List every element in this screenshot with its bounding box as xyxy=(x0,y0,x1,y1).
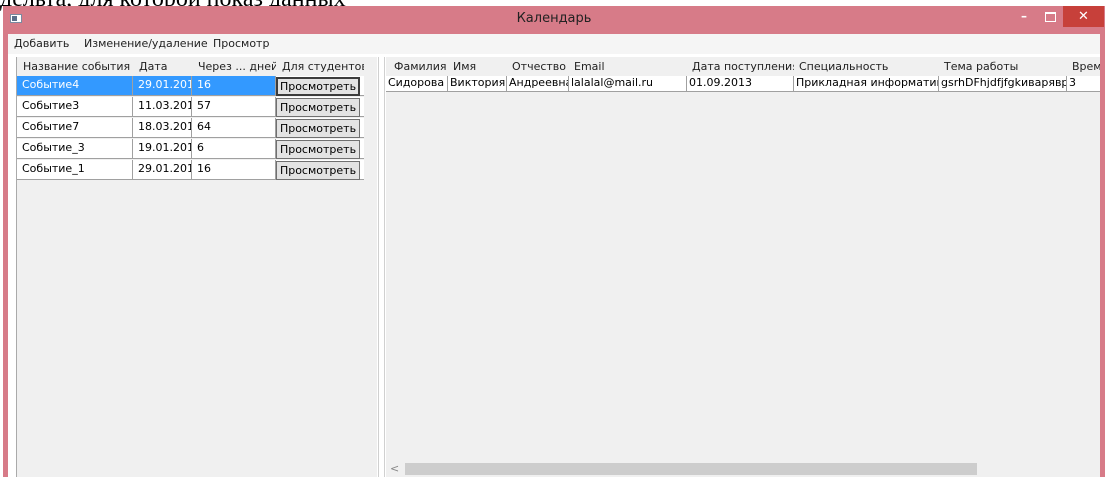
student-thesis-topic-cell[interactable]: gsrhDFhjdfjfgkиварявpв xyxy=(939,76,1067,91)
column-header-date[interactable]: Дата xyxy=(133,57,192,76)
event-days-cell[interactable]: 64 xyxy=(192,118,276,137)
column-header-enrollment-date[interactable]: Дата поступления xyxy=(687,57,794,76)
view-students-button[interactable]: Просмотреть xyxy=(276,119,360,138)
event-date-cell[interactable]: 19.01.2015 xyxy=(133,139,192,158)
scroll-thumb[interactable] xyxy=(405,463,977,475)
event-name-cell[interactable]: Событие_1 xyxy=(17,160,133,179)
view-students-button[interactable]: Просмотреть xyxy=(276,161,360,180)
column-header-event-name[interactable]: Название события xyxy=(17,57,133,76)
app-window: Календарь – ✕ Добавить Изменение/удалени… xyxy=(3,6,1105,477)
event-name-cell[interactable]: Событие7 xyxy=(17,118,133,137)
student-first-name-cell[interactable]: Виктория xyxy=(448,76,507,91)
column-header-for-students[interactable]: Для студентов xyxy=(276,57,364,76)
view-students-button[interactable]: Просмотреть xyxy=(276,77,360,96)
event-days-cell[interactable]: 57 xyxy=(192,97,276,116)
event-row[interactable]: Событие_3 19.01.2015 6 Просмотреть xyxy=(17,139,364,159)
student-patronymic-cell[interactable]: Андреевна xyxy=(507,76,569,91)
menu-view[interactable]: Просмотр xyxy=(213,37,269,50)
column-header-patronymic[interactable]: Отчество xyxy=(507,57,569,76)
event-days-cell[interactable]: 16 xyxy=(192,160,276,179)
student-surname-cell[interactable]: Сидорова xyxy=(386,76,448,91)
panel-splitter[interactable] xyxy=(378,57,385,477)
column-header-email[interactable]: Email xyxy=(569,57,687,76)
event-row[interactable]: Событие4 29.01.2015 16 Просмотреть xyxy=(17,76,364,96)
view-students-button[interactable]: Просмотреть xyxy=(276,98,360,117)
horizontal-scrollbar[interactable]: < xyxy=(386,460,1100,477)
maximize-button[interactable] xyxy=(1037,6,1063,27)
client-area: Добавить Изменение/удаление Просмотр Наз… xyxy=(8,34,1100,477)
column-header-days-until[interactable]: Через ... дней xyxy=(192,57,276,76)
student-enrollment-date-cell[interactable]: 01.09.2013 xyxy=(687,76,794,91)
event-date-cell[interactable]: 18.03.2015 xyxy=(133,118,192,137)
column-header-specialty[interactable]: Специальность xyxy=(794,57,939,76)
event-name-cell[interactable]: Событие_3 xyxy=(17,139,133,158)
events-grid: Название события Дата Через ... дней Для… xyxy=(16,57,377,477)
column-header-first-name[interactable]: Имя xyxy=(448,57,507,76)
event-row[interactable]: Событие3 11.03.2015 57 Просмотреть xyxy=(17,97,364,117)
event-name-cell[interactable]: Событие4 xyxy=(17,76,133,95)
column-header-surname[interactable]: Фамилия xyxy=(386,57,448,76)
event-date-cell[interactable]: 29.01.2015 xyxy=(133,160,192,179)
event-days-cell[interactable]: 16 xyxy=(192,76,276,95)
event-row[interactable]: Событие7 18.03.2015 64 Просмотреть xyxy=(17,118,364,138)
minimize-button[interactable]: – xyxy=(1011,6,1037,27)
window-title: Календарь xyxy=(516,11,592,26)
event-name-cell[interactable]: Событие3 xyxy=(17,97,133,116)
menu-add[interactable]: Добавить xyxy=(14,37,69,50)
column-header-thesis-topic[interactable]: Тема работы xyxy=(939,57,1067,76)
menu-edit-delete[interactable]: Изменение/удаление xyxy=(84,37,208,50)
event-date-cell[interactable]: 11.03.2015 xyxy=(133,97,192,116)
event-row[interactable]: Событие_1 29.01.2015 16 Просмотреть xyxy=(17,160,364,180)
scroll-left-icon[interactable]: < xyxy=(390,462,399,475)
view-students-button[interactable]: Просмотреть xyxy=(276,140,360,159)
title-bar: Календарь – ✕ xyxy=(3,6,1105,34)
menu-bar: Добавить Изменение/удаление Просмотр xyxy=(8,34,1100,54)
student-email-cell[interactable]: lalalal@mail.ru xyxy=(569,76,687,91)
student-specialty-cell[interactable]: Прикладная информатика xyxy=(794,76,939,91)
event-days-cell[interactable]: 6 xyxy=(192,139,276,158)
event-date-cell[interactable]: 29.01.2015 xyxy=(133,76,192,95)
column-header-time[interactable]: Врем xyxy=(1067,57,1100,76)
close-button[interactable]: ✕ xyxy=(1063,6,1104,27)
students-grid: Фамилия Имя Отчество Email Дата поступле… xyxy=(386,57,1100,477)
student-row[interactable]: Сидорова Виктория Андреевна lalalal@mail… xyxy=(386,76,1100,92)
student-time-cell[interactable]: 3 xyxy=(1067,76,1100,91)
maximize-icon xyxy=(1044,12,1056,22)
